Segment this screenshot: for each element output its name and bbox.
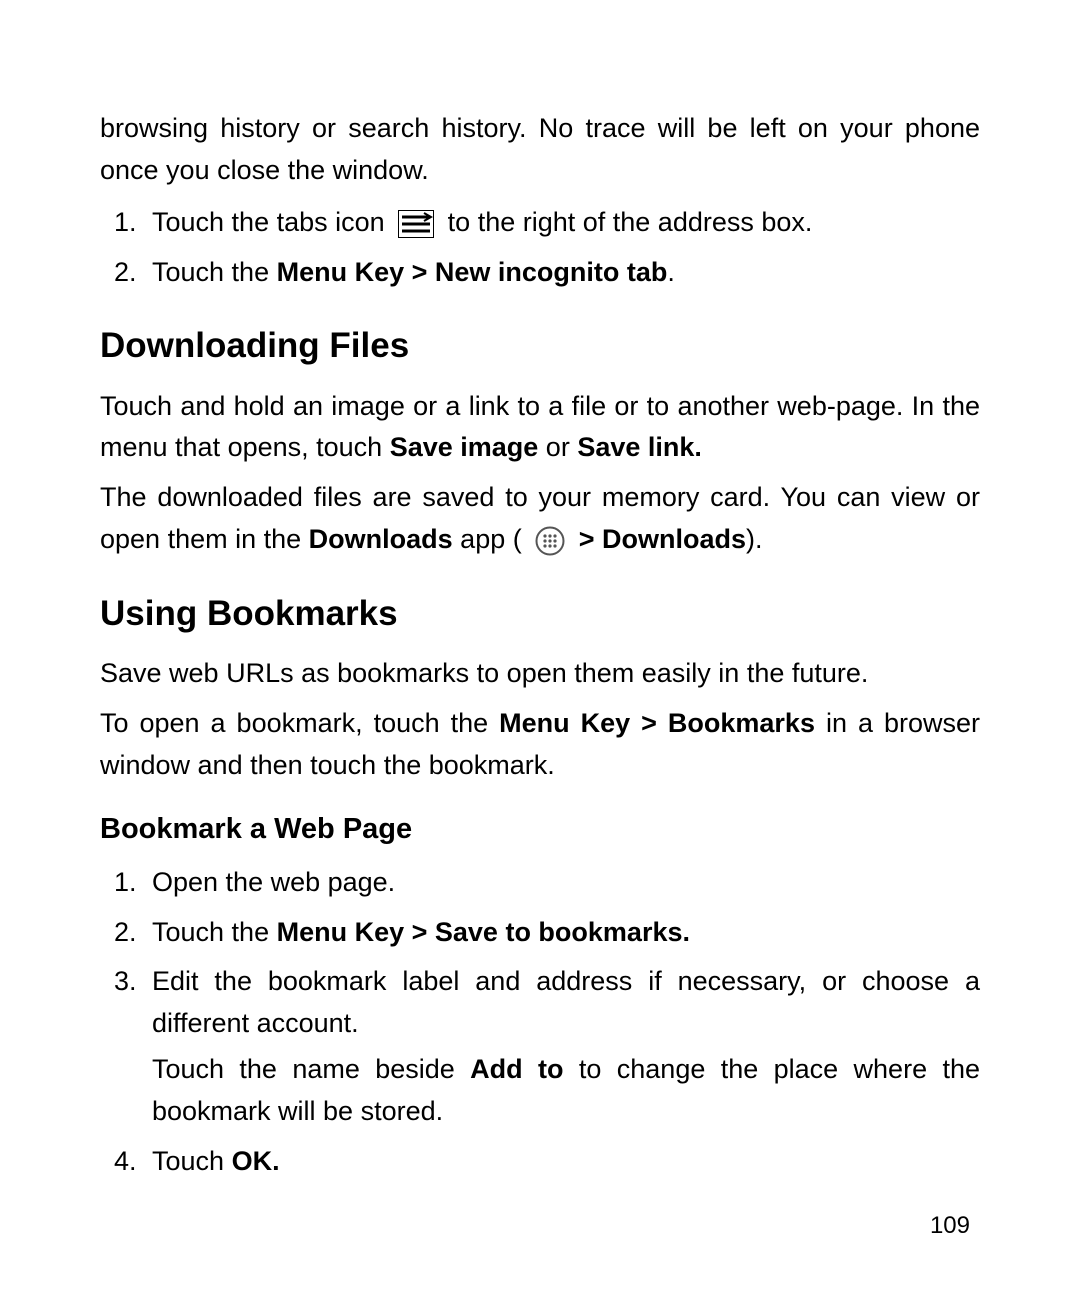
intro-paragraph: browsing history or search history. No t…: [100, 108, 980, 192]
step-text: to the right of the address box.: [448, 207, 813, 237]
text: ).: [746, 524, 763, 554]
downloading-paragraph-1: Touch and hold an image or a link to a f…: [100, 386, 980, 470]
text-bold: > Downloads: [579, 524, 746, 554]
bookmarks-paragraph-1: Save web URLs as bookmarks to open them …: [100, 653, 980, 695]
tabs-icon: [398, 210, 434, 238]
heading-using-bookmarks: Using Bookmarks: [100, 587, 980, 641]
text: or: [538, 432, 577, 462]
page-number: 109: [930, 1207, 970, 1244]
heading-bookmark-a-web-page: Bookmark a Web Page: [100, 807, 980, 852]
text: Touch the name beside: [152, 1054, 470, 1084]
step-text: Touch the name beside Add to to change t…: [152, 1049, 980, 1133]
step-text-bold: Menu Key > New incognito tab: [277, 257, 668, 287]
bookmark-steps-list: Open the web page. Touch the Menu Key > …: [100, 862, 980, 1183]
step-text: Edit the bookmark label and address if n…: [152, 961, 980, 1045]
heading-downloading-files: Downloading Files: [100, 319, 980, 373]
incognito-steps-list: Touch the tabs icon to the right of the …: [100, 202, 980, 294]
step-text-bold: Menu Key > Save to bookmarks.: [277, 917, 690, 947]
step-text: Touch the: [152, 917, 277, 947]
text-bold: Save link.: [577, 432, 702, 462]
bookmarks-paragraph-2: To open a bookmark, touch the Menu Key >…: [100, 703, 980, 787]
step-text: Touch the tabs icon: [152, 207, 392, 237]
text: To open a bookmark, touch the: [100, 708, 499, 738]
list-item: Open the web page.: [144, 862, 980, 904]
step-text: Touch: [152, 1146, 232, 1176]
list-item: Edit the bookmark label and address if n…: [144, 961, 980, 1132]
apps-grid-icon: [535, 526, 565, 556]
list-item: Touch the Menu Key > Save to bookmarks.: [144, 912, 980, 954]
step-text: Open the web page.: [152, 867, 395, 897]
text-bold: Save image: [390, 432, 539, 462]
downloading-paragraph-2: The downloaded files are saved to your m…: [100, 477, 980, 561]
manual-page: browsing history or search history. No t…: [0, 0, 1080, 1304]
text-bold: Add to: [470, 1054, 563, 1084]
list-item: Touch the Menu Key > New incognito tab.: [144, 252, 980, 294]
text: app (: [453, 524, 530, 554]
text-bold: Downloads: [309, 524, 453, 554]
step-text: .: [667, 257, 675, 287]
list-item: Touch the tabs icon to the right of the …: [144, 202, 980, 244]
step-text: Touch the: [152, 257, 277, 287]
text-bold: Menu Key > Bookmarks: [499, 708, 815, 738]
list-item: Touch OK.: [144, 1141, 980, 1183]
step-text-bold: OK.: [232, 1146, 280, 1176]
